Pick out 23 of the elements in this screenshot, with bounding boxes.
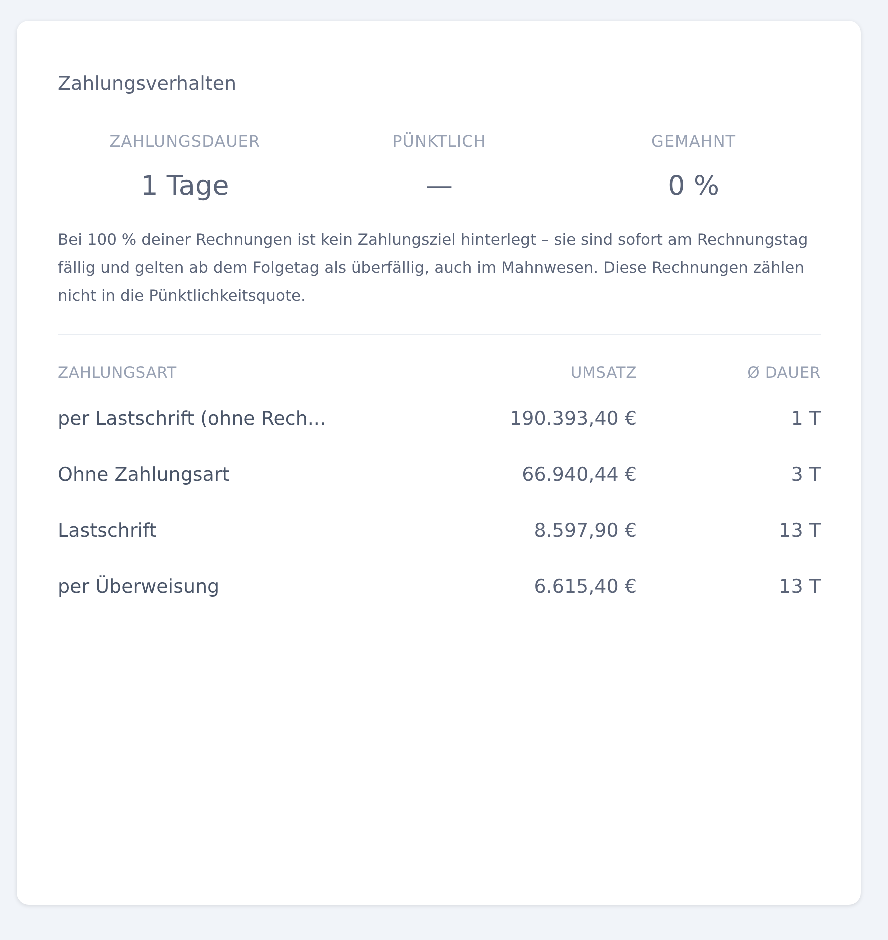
column-header: UMSATZ: [570, 364, 637, 382]
stat-label: PÜNKTLICH: [392, 131, 486, 153]
table-cell: 13 T: [779, 576, 821, 598]
table-cell: 6.615,40 €: [534, 576, 637, 598]
stat-label: ZAHLUNGSDAUER: [110, 131, 261, 153]
card-title: Zahlungsverhalten: [58, 75, 238, 94]
table-cell: 66.940,44 €: [522, 464, 637, 486]
table-cell: 8.597,90 €: [534, 520, 637, 542]
table-cell: 13 T: [779, 520, 821, 542]
payment-method-cell: Lastschrift: [58, 520, 157, 542]
payment-method-cell: per Überweisung: [58, 576, 220, 598]
stat-value: 1 Tage: [141, 172, 230, 202]
payment-method-cell: per Lastschrift (ohne Rech...: [58, 408, 326, 430]
table-cell: 1 T: [791, 408, 821, 430]
stat-label: GEMAHNT: [652, 131, 736, 153]
column-header: ZAHLUNGSART: [58, 364, 177, 382]
stat-value: —: [426, 172, 453, 202]
stat-value: 0 %: [668, 172, 720, 202]
column-header: Ø DAUER: [748, 364, 821, 382]
info-paragraph: Bei 100 % deiner Rechnungen ist kein Zahlungsziel hinterlegt – sie sind sofort am Rechnungstag fällig und gelten ab dem Folgetag als überfällig, auch im Mahnwesen. Diese Rechnungen zählen nicht in die Pünktlichkeitsquote.: [58, 230, 810, 307]
payment-method-cell: Ohne Zahlungsart: [58, 464, 230, 486]
table-cell: 3 T: [791, 464, 821, 486]
table-cell: 190.393,40 €: [510, 408, 637, 430]
